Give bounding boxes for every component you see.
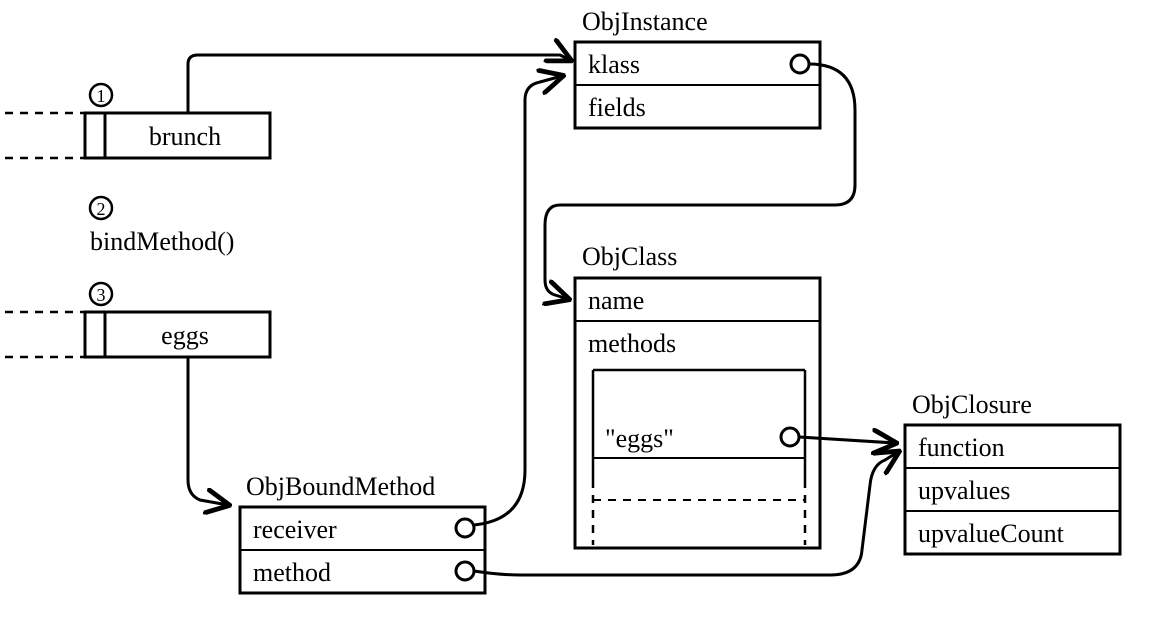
objinstance-title: ObjInstance <box>582 7 708 36</box>
objboundmethod-struct: ObjBoundMethod receiver method <box>240 472 485 593</box>
objclosure-upvalues-label: upvalues <box>918 476 1010 505</box>
objclass-methods-table: "eggs" <box>593 370 805 545</box>
arrow-eggs-to-objboundmethod <box>188 357 228 505</box>
diagram: 1 brunch 2 bindMethod() 3 <box>0 0 1152 632</box>
objclass-entry-socket <box>781 428 799 446</box>
objinstance-klass-label: klass <box>588 50 640 79</box>
objboundmethod-receiver-socket <box>456 519 474 537</box>
objclass-name-label: name <box>588 286 644 315</box>
stack-column: 1 brunch 2 bindMethod() 3 <box>0 84 270 357</box>
objboundmethod-title: ObjBoundMethod <box>246 472 435 501</box>
arrow-brunch-to-objinstance <box>188 55 570 113</box>
objboundmethod-receiver-label: receiver <box>253 515 337 544</box>
objclass-title: ObjClass <box>582 242 677 271</box>
step-2-badge: 2 <box>90 197 112 219</box>
stack-slot-brunch: brunch <box>0 113 270 158</box>
objboundmethod-method-socket <box>456 562 474 580</box>
arrow-eggsentry-to-objclosure <box>799 437 895 443</box>
stack-slot-eggs-label: eggs <box>161 321 209 350</box>
objclass-struct: ObjClass name methods "eggs" <box>575 242 820 548</box>
objclass-entry-eggs: "eggs" <box>605 424 674 453</box>
objinstance-struct: ObjInstance klass fields <box>575 7 820 128</box>
step-3-badge: 3 <box>90 283 112 305</box>
bindmethod-label: bindMethod() <box>90 227 234 256</box>
svg-text:1: 1 <box>97 86 106 106</box>
arrow-method-to-objclosure <box>474 452 898 575</box>
objinstance-klass-socket <box>791 55 809 73</box>
objclosure-title: ObjClosure <box>912 390 1032 419</box>
stack-slot-brunch-label: brunch <box>149 122 221 151</box>
objclass-methods-label: methods <box>588 329 676 358</box>
objboundmethod-method-label: method <box>253 558 331 587</box>
objclosure-upvaluecount-label: upvalueCount <box>918 519 1065 548</box>
arrow-receiver-to-objinstance <box>474 76 562 525</box>
objclosure-struct: ObjClosure function upvalues upvalueCoun… <box>905 390 1120 554</box>
objclosure-function-label: function <box>918 433 1005 462</box>
stack-slot-eggs: eggs <box>0 312 270 357</box>
svg-text:3: 3 <box>97 285 106 305</box>
step-1-badge: 1 <box>90 84 112 106</box>
objinstance-fields-label: fields <box>588 93 646 122</box>
svg-text:2: 2 <box>97 199 106 219</box>
